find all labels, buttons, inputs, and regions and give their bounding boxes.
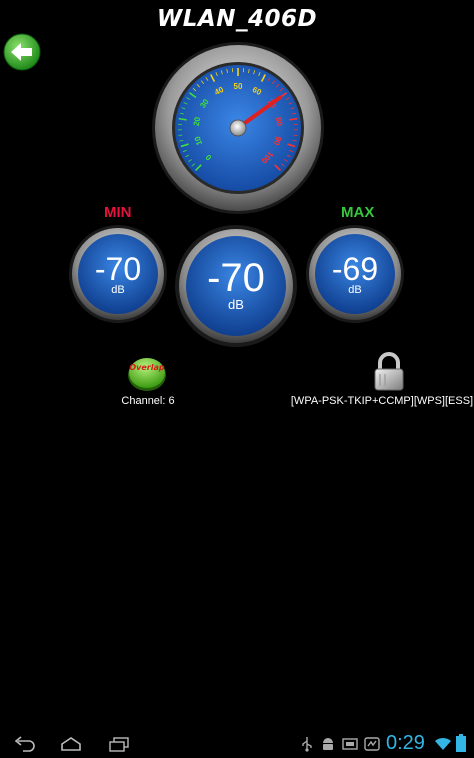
battery-icon	[456, 734, 466, 752]
gauge-tick	[293, 134, 298, 136]
wifi-icon	[435, 737, 451, 750]
page-title: WLAN_406D	[156, 6, 318, 32]
notification-icon	[342, 738, 358, 750]
back-button[interactable]	[2, 32, 42, 72]
current-value: -70	[207, 256, 265, 300]
system-navbar: 0:29	[0, 730, 474, 758]
current-unit: dB	[228, 297, 244, 312]
max-dial: -69 dB	[305, 224, 405, 324]
nav-back-icon[interactable]	[14, 736, 36, 752]
overlap-label: Overlap	[129, 363, 165, 372]
back-arrow-icon	[3, 33, 41, 71]
gauge-tick-label: 50	[234, 82, 243, 91]
nav-recents-icon[interactable]	[108, 736, 130, 752]
gauge-tick	[178, 134, 183, 136]
nav-home-icon[interactable]	[60, 736, 82, 752]
lock-icon	[372, 352, 406, 392]
max-unit: dB	[348, 284, 362, 296]
min-dial: -70 dB	[68, 224, 168, 324]
usb-icon	[302, 737, 312, 752]
max-value: -69	[331, 251, 379, 287]
clock: 0:29	[386, 732, 425, 754]
android-debug-icon	[323, 738, 333, 750]
app-notification-icon	[364, 737, 380, 751]
security-label: [WPA-PSK-TKIP+CCMP][WPS][ESS]	[290, 395, 474, 407]
min-unit: dB	[111, 284, 125, 296]
current-dial: -70 dB	[174, 224, 298, 348]
gauge-hub	[229, 119, 247, 137]
overlap-button[interactable]: Overlap	[127, 354, 167, 392]
signal-gauge: 0102030405060708090100	[150, 40, 326, 216]
channel-label: Channel: 6	[121, 395, 175, 407]
min-value: -70	[94, 251, 142, 287]
max-label: MAX	[341, 204, 375, 221]
min-label: MIN	[104, 204, 132, 221]
